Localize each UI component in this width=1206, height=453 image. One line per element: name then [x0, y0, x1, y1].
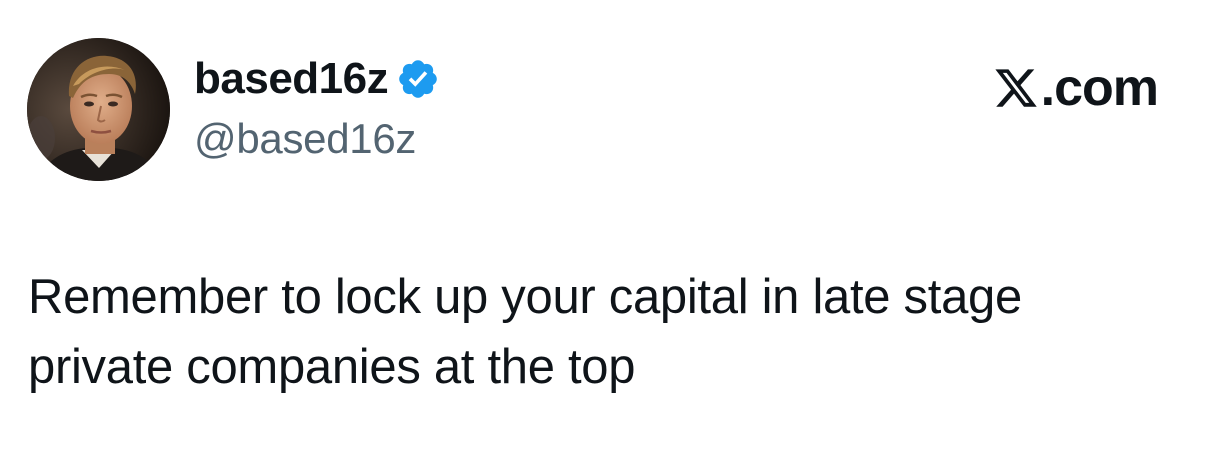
author-name-row: based16z — [194, 52, 440, 106]
tweet-card: based16z @based16z .com Remember to lock… — [0, 0, 1206, 453]
brand-watermark: .com — [993, 59, 1159, 117]
avatar[interactable] — [27, 38, 170, 181]
author-handle[interactable]: @based16z — [194, 118, 416, 160]
brand-text: .com — [1040, 59, 1159, 117]
verified-badge-icon — [396, 57, 440, 101]
x-logo-icon — [993, 65, 1039, 111]
display-name[interactable]: based16z — [194, 57, 389, 101]
tweet-text: Remember to lock up your capital in late… — [28, 270, 1022, 394]
avatar-image — [27, 38, 170, 181]
